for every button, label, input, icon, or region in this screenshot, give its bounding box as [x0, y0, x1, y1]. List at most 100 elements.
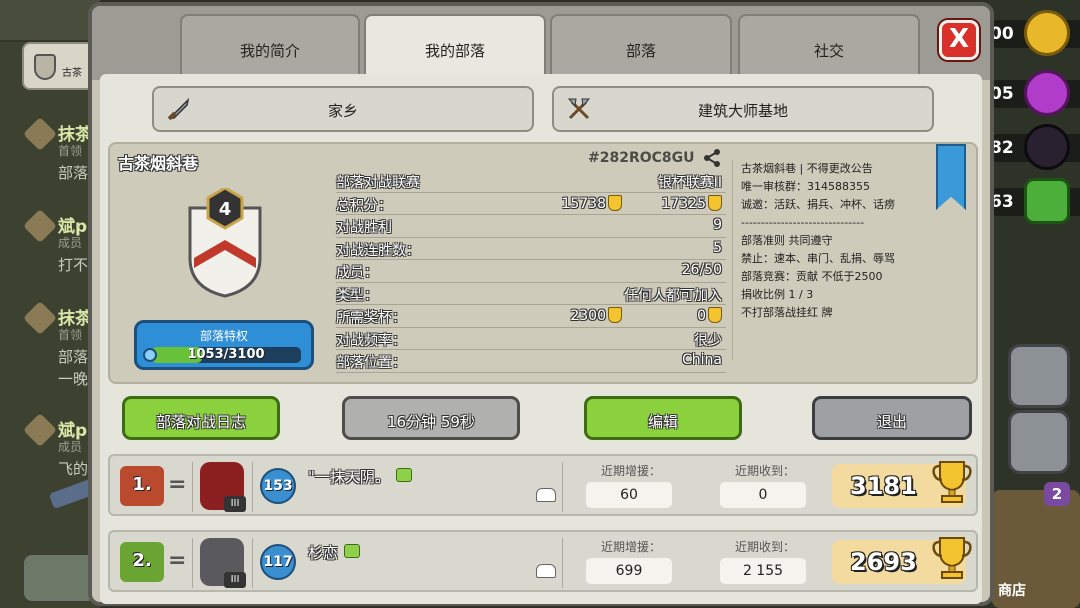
clan-xp-bar: 1053/3100: [151, 347, 301, 363]
rank-badge: 1.: [120, 466, 164, 506]
background-left: 古茶 抹茶 首领 部落 斌p 成员 打不 抹茶 首领 部落 一晚 斌p 成员 飞…: [0, 0, 102, 608]
stat-value: 任何人都可加入: [624, 287, 722, 304]
people-icon: [536, 488, 556, 502]
gold-icon: [1024, 10, 1070, 56]
stat-row: 所需奖杯： 2300 0: [336, 305, 726, 328]
stat-key: 成员：: [336, 265, 378, 281]
received-value: 0: [720, 482, 806, 508]
member-row[interactable]: 2. = III 117 杉恋 近期增援： 699 近期收到： 2 155 26…: [108, 530, 978, 592]
stat-key: 对战频率：: [336, 332, 406, 349]
edit-label: 编辑: [647, 413, 678, 431]
stat-value-builder-num: 17325: [661, 195, 706, 212]
member-rank-icon: [23, 209, 57, 243]
xp-star-icon: [143, 348, 157, 362]
clan-perks-label: 部落特权: [199, 329, 248, 343]
leave-label: 退出: [876, 413, 907, 431]
stat-value-home-num: 15738: [561, 195, 606, 212]
stat-row: 部落对战联赛 银杯联赛II: [336, 170, 726, 193]
stat-value-builder: 0: [697, 307, 722, 324]
description-line: 古茶烟斜巷 | 不得更改公告: [741, 162, 873, 175]
builder-base-button[interactable]: 建筑大师基地: [552, 86, 934, 132]
leave-button[interactable]: 退出: [812, 396, 972, 440]
league-level: III: [224, 496, 246, 512]
tab-label: 我的部落: [424, 42, 485, 60]
tab-social[interactable]: 社交: [738, 14, 920, 80]
clan-level: 4: [219, 199, 232, 220]
member-rank: 2.: [132, 550, 152, 571]
stat-value-home-num: 2300: [570, 308, 606, 324]
share-icon[interactable]: [702, 148, 722, 168]
clan-info-card: 古茶烟斜巷 #282ROC8GU 4 部落特权 1053/3100 部落对战联赛…: [108, 142, 978, 384]
tab-label: 我的简介: [239, 42, 300, 60]
trophy-icon: [932, 461, 972, 503]
league-level: III: [224, 572, 246, 588]
edit-button[interactable]: 编辑: [584, 396, 742, 440]
elixir-icon: [1024, 70, 1070, 116]
home-village-button[interactable]: 家乡: [152, 86, 534, 132]
stat-key: 类型：: [336, 287, 378, 304]
home-village-label: 家乡: [327, 102, 358, 120]
trophy-icon: [608, 194, 622, 211]
description-line: 部落准则 共同遵守: [741, 234, 833, 247]
stat-row: 部落位置： China: [336, 350, 726, 373]
builder-base-label: 建筑大师基地: [697, 102, 788, 120]
stat-row: 总积分： 15738 17325: [336, 193, 726, 215]
chat-icon: [344, 544, 361, 558]
xp-level-icon: 117: [260, 544, 296, 580]
clan-tag[interactable]: #282ROC8GU: [588, 150, 695, 166]
divider: [562, 538, 563, 588]
member-name-text: "一抹天阴。: [308, 468, 390, 486]
bg-bottom-button[interactable]: [22, 553, 97, 603]
clan-perks-button[interactable]: 部落特权 1053/3100: [134, 320, 314, 370]
settings-button[interactable]: [1008, 410, 1070, 474]
trophy-count: 3181: [832, 461, 972, 508]
shop-label: 商店: [998, 583, 1026, 599]
war-timer-label: 16分钟 59秒: [387, 413, 475, 431]
stat-key: 部落位置：: [336, 355, 406, 371]
sword-icon: [167, 97, 190, 121]
description-line: -------------------------------: [741, 216, 865, 229]
trophy-icon: [932, 537, 972, 579]
bg-member-rank: 首领: [58, 328, 83, 342]
rank-badge: 2.: [120, 542, 164, 582]
trophy-value: 2693: [850, 548, 917, 576]
trophy-value: 3181: [850, 472, 917, 500]
divider: [252, 538, 253, 588]
war-log-button[interactable]: 部落对战日志: [122, 396, 280, 440]
rank-change: =: [168, 548, 187, 573]
stat-value: 5: [713, 239, 722, 256]
member-name: "一抹天阴。: [308, 466, 412, 487]
stat-key: 部落对战联赛: [336, 175, 420, 191]
description-line: 禁止：速本、串门、乱捐、辱骂: [741, 252, 895, 265]
stat-value: 26/50: [681, 262, 722, 278]
donated-value: 60: [586, 482, 672, 508]
move-arrows-button[interactable]: [1008, 344, 1070, 408]
member-rank: 1.: [132, 474, 152, 495]
people-icon: [536, 564, 556, 578]
member-rank-icon: [23, 301, 57, 335]
tab-my-profile[interactable]: 我的简介: [180, 14, 360, 80]
close-button[interactable]: X: [939, 20, 979, 60]
clan-description: 古茶烟斜巷 | 不得更改公告 唯一审核群：314588355 诚邀：活跃、捐兵、…: [732, 160, 932, 360]
panel-content: 家乡 建筑大师基地 古茶烟斜巷 #282ROC8GU 4 部落特权 1053/3…: [100, 74, 982, 604]
bg-member-rank: 首领: [58, 144, 83, 158]
member-rank-icon: [23, 117, 57, 151]
tab-my-clan[interactable]: 我的部落: [364, 14, 546, 82]
league-ribbon-icon: [936, 144, 966, 210]
rank-change: =: [168, 472, 187, 497]
shield-icon: [34, 54, 56, 80]
dark-elixir-icon: [1024, 124, 1070, 170]
shop-button[interactable]: 2 商店: [992, 482, 1080, 608]
stat-value-home: 15738: [561, 194, 622, 212]
stat-value: China: [682, 352, 722, 368]
member-row[interactable]: 1. = III 153 "一抹天阴。 近期增援： 60 近期收到： 0 318…: [108, 454, 978, 516]
tab-clans[interactable]: 部落: [550, 14, 732, 80]
clan-name: 古茶烟斜巷: [118, 154, 199, 173]
crossed-axes-icon: [567, 98, 591, 120]
bg-member-msg: 部落 一晚: [58, 348, 89, 388]
war-timer-button[interactable]: 16分钟 59秒: [342, 396, 520, 440]
bg-member-rank: 成员: [58, 236, 83, 250]
stat-value-builder: 17325: [661, 194, 722, 212]
stat-value: 很少: [694, 332, 722, 349]
bg-member-msg: 打不: [58, 256, 89, 274]
